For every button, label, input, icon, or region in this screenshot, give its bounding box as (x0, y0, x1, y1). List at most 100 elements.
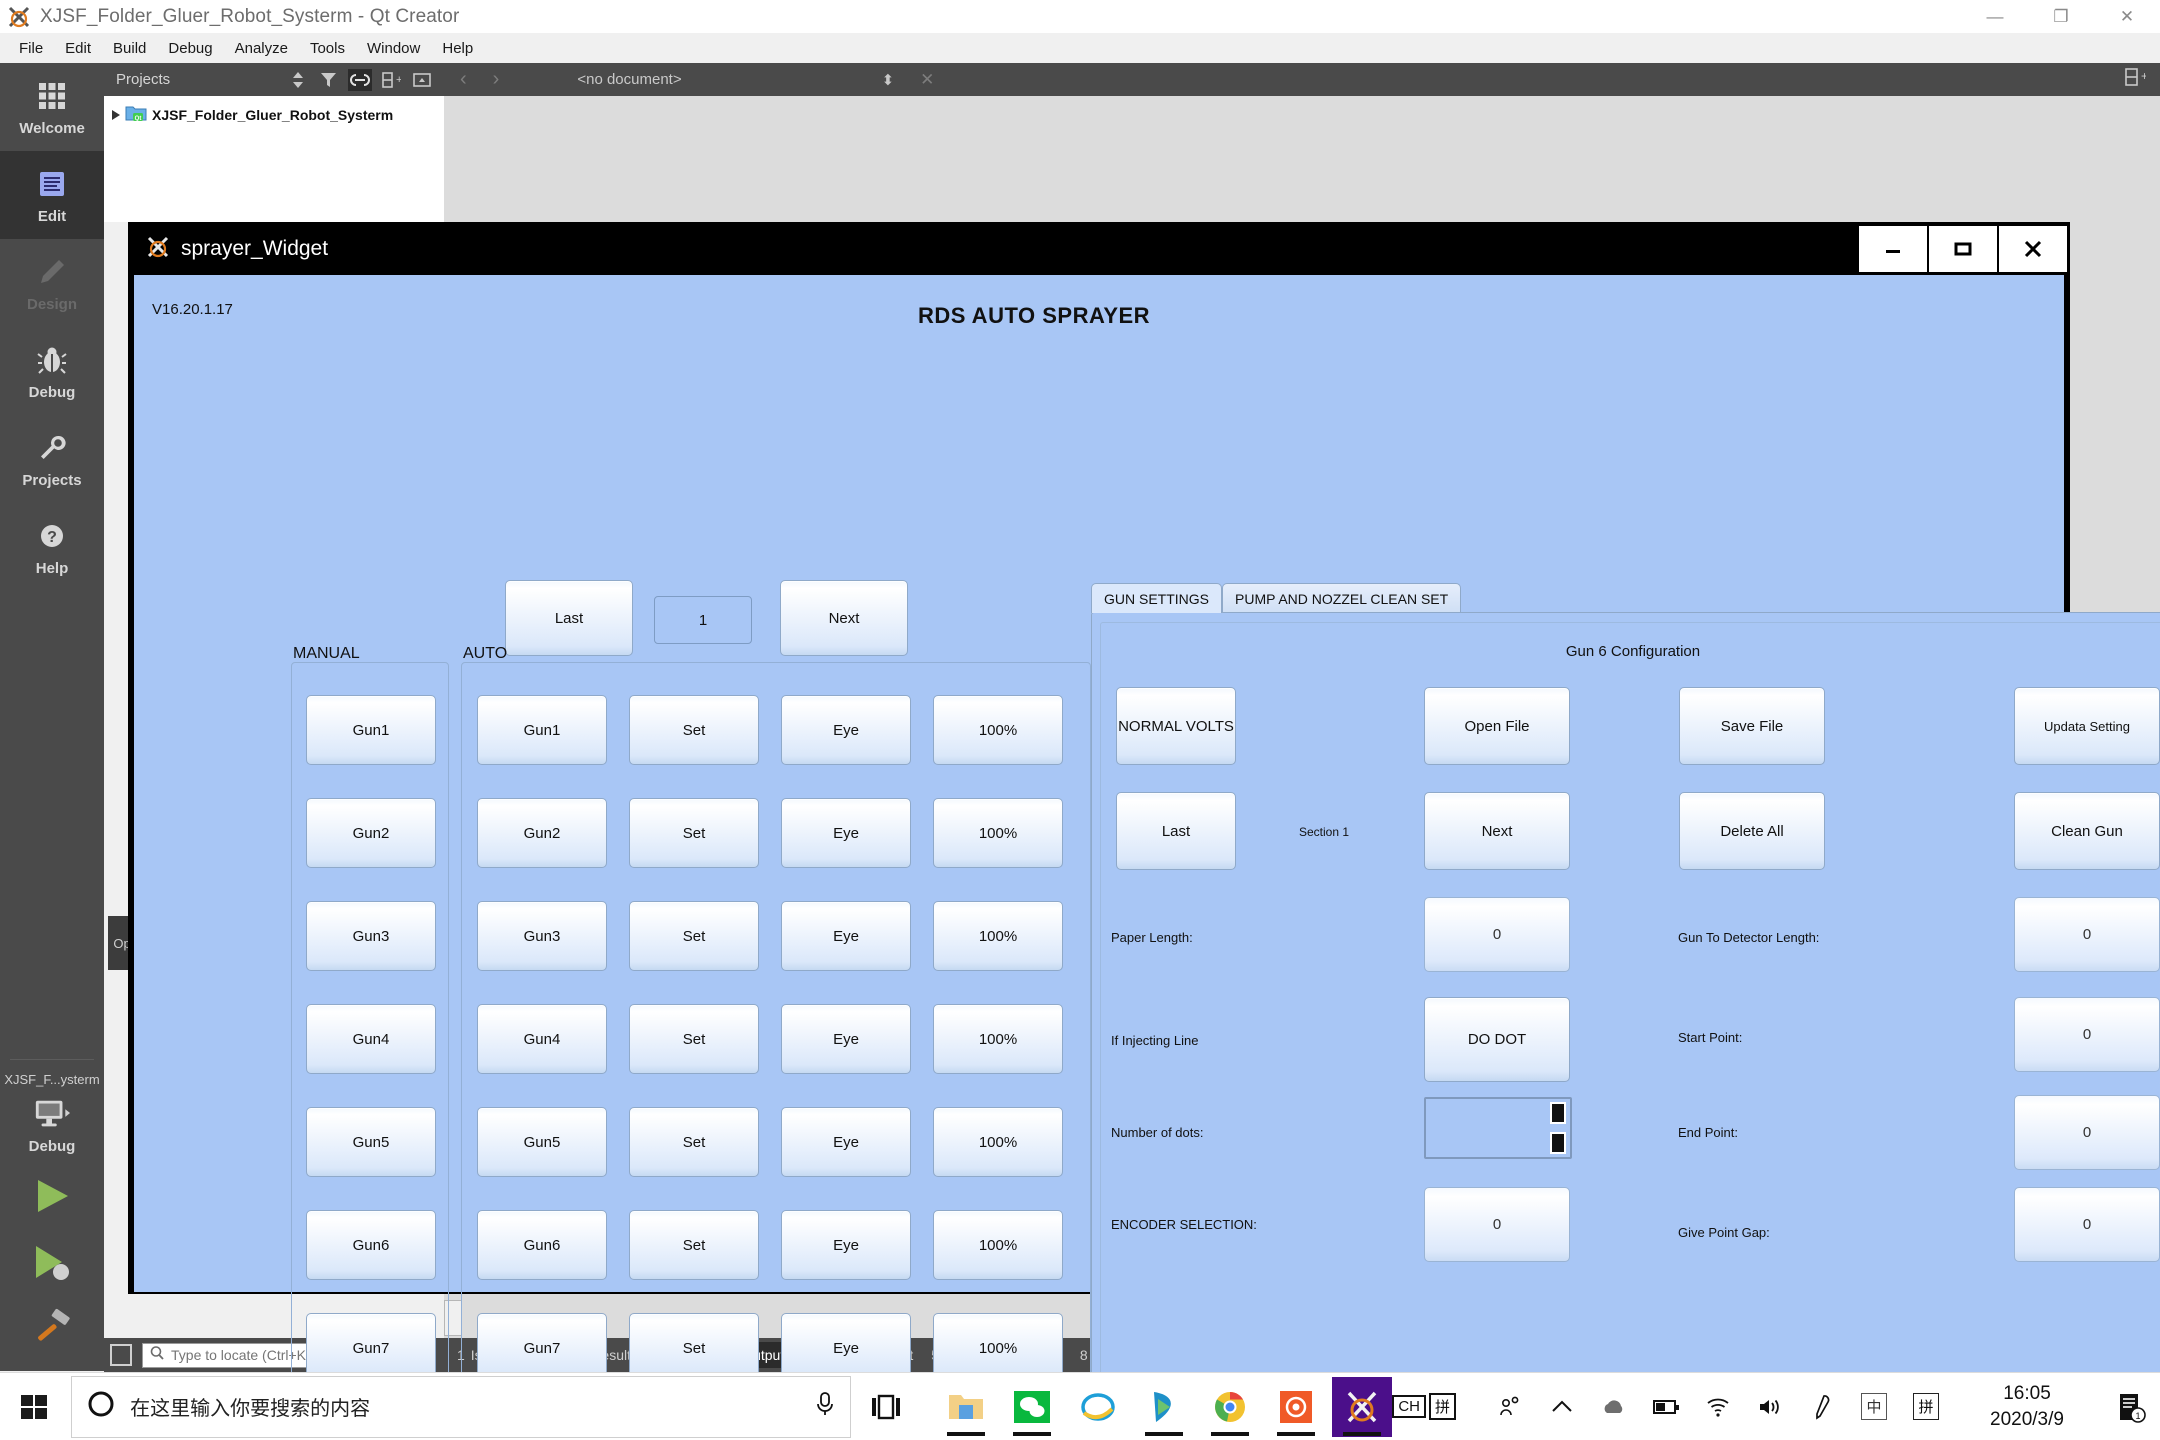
auto-gun5-percent-button[interactable]: 100% (933, 1107, 1063, 1177)
ime-pinyin-box[interactable]: 拼 (1429, 1393, 1456, 1420)
tab-gun-settings[interactable]: GUN SETTINGS (1091, 583, 1222, 613)
wechat-icon[interactable] (1002, 1377, 1062, 1437)
auto-gun3-eye-button[interactable]: Eye (781, 901, 911, 971)
open-file-button[interactable]: Open File (1424, 687, 1570, 765)
update-setting-button[interactable]: Updata Setting (2014, 687, 2160, 765)
split-editor-icon[interactable]: + (2124, 67, 2146, 92)
activity-design[interactable]: Design (0, 239, 104, 327)
normal-volts-button[interactable]: NORMAL VOLTS (1116, 687, 1236, 765)
chevron-updown-icon[interactable]: ⬍ (882, 71, 895, 89)
auto-gun4-set-button[interactable]: Set (629, 1004, 759, 1074)
document-selector[interactable]: <no document> ⬍ (577, 71, 894, 89)
qt-close-button[interactable]: ✕ (2094, 0, 2160, 33)
kit-run-config[interactable]: Debug (0, 1087, 104, 1163)
auto-gun5-button[interactable]: Gun5 (477, 1107, 607, 1177)
auto-gun5-set-button[interactable]: Set (629, 1107, 759, 1177)
menu-edit[interactable]: Edit (54, 37, 102, 60)
delete-all-button[interactable]: Delete All (1679, 792, 1825, 870)
qt-minimize-button[interactable]: — (1962, 0, 2028, 33)
file-explorer-icon[interactable] (936, 1377, 996, 1437)
auto-gun4-eye-button[interactable]: Eye (781, 1004, 911, 1074)
auto-gun4-button[interactable]: Gun4 (477, 1004, 607, 1074)
manual-gun4-button[interactable]: Gun4 (306, 1004, 436, 1074)
gun-to-detector-length-field[interactable]: 0 (2014, 897, 2160, 972)
activity-debug[interactable]: Debug (0, 327, 104, 415)
auto-gun2-set-button[interactable]: Set (629, 798, 759, 868)
give-point-gap-field[interactable]: 0 (2014, 1187, 2160, 1262)
internet-explorer-icon[interactable] (1068, 1377, 1128, 1437)
project-tree-root-row[interactable]: Qt XJSF_Folder_Gluer_Robot_Systerm (108, 104, 440, 125)
menu-window[interactable]: Window (356, 37, 431, 60)
menu-build[interactable]: Build (102, 37, 157, 60)
expand-triangle-icon[interactable] (112, 110, 120, 120)
end-point-field[interactable]: 0 (2014, 1095, 2160, 1170)
manual-gun1-button[interactable]: Gun1 (306, 695, 436, 765)
auto-gun1-percent-button[interactable]: 100% (933, 695, 1063, 765)
manual-gun6-button[interactable]: Gun6 (306, 1210, 436, 1280)
auto-gun6-button[interactable]: Gun6 (477, 1210, 607, 1280)
ime-indicator[interactable]: CH 拼 (1392, 1393, 1456, 1420)
auto-gun1-set-button[interactable]: Set (629, 695, 759, 765)
auto-gun6-eye-button[interactable]: Eye (781, 1210, 911, 1280)
nav-forward-icon[interactable]: › (485, 68, 508, 91)
chrome-icon[interactable] (1200, 1377, 1260, 1437)
recorder-icon[interactable] (1266, 1377, 1326, 1437)
sprayer-maximize-button[interactable] (1927, 226, 1997, 272)
auto-gun5-eye-button[interactable]: Eye (781, 1107, 911, 1177)
wifi-icon[interactable] (1692, 1373, 1744, 1440)
split-icon[interactable]: + (379, 69, 403, 91)
volume-icon[interactable] (1744, 1373, 1796, 1440)
start-button[interactable] (0, 1373, 67, 1440)
gun-next-button[interactable]: Next (1424, 792, 1570, 870)
task-view-button[interactable] (851, 1373, 920, 1440)
media-player-icon[interactable] (1134, 1377, 1194, 1437)
auto-gun6-set-button[interactable]: Set (629, 1210, 759, 1280)
close-document-icon[interactable]: ✕ (920, 70, 934, 90)
microphone-icon[interactable] (814, 1390, 836, 1423)
number-of-dots-spinbox[interactable] (1424, 1097, 1572, 1159)
auto-gun2-percent-button[interactable]: 100% (933, 798, 1063, 868)
activity-edit[interactable]: Edit (0, 151, 104, 239)
clean-gun-button[interactable]: Clean Gun (2014, 792, 2160, 870)
debug-run-button[interactable] (0, 1229, 104, 1295)
gun-last-button[interactable]: Last (1116, 792, 1236, 870)
activity-projects[interactable]: Projects (0, 415, 104, 503)
menu-file[interactable]: File (8, 37, 54, 60)
manual-gun5-button[interactable]: Gun5 (306, 1107, 436, 1177)
activity-welcome[interactable]: Welcome (0, 63, 104, 151)
link-icon[interactable] (348, 69, 372, 91)
sprayer-minimize-button[interactable] (1857, 226, 1927, 272)
notifications-button[interactable]: 1 (2102, 1373, 2160, 1440)
menu-tools[interactable]: Tools (299, 37, 356, 60)
sprayer-close-button[interactable] (1997, 226, 2067, 272)
auto-gun2-eye-button[interactable]: Eye (781, 798, 911, 868)
pinyin-icon[interactable]: 拼 (1900, 1373, 1952, 1440)
nav-back-icon[interactable]: ‹ (452, 68, 475, 91)
activity-help[interactable]: ? Help (0, 503, 104, 591)
start-point-field[interactable]: 0 (2014, 997, 2160, 1072)
build-button[interactable] (0, 1295, 104, 1361)
paper-length-field[interactable]: 0 (1424, 897, 1570, 972)
tab-pump-and-nozzel-clean-set[interactable]: PUMP AND NOZZEL CLEAN SET (1222, 583, 1461, 613)
pen-icon[interactable] (1796, 1373, 1848, 1440)
encoder-selection-field[interactable]: 0 (1424, 1187, 1570, 1262)
auto-gun3-button[interactable]: Gun3 (477, 901, 607, 971)
auto-gun2-button[interactable]: Gun2 (477, 798, 607, 868)
section-next-button[interactable]: Next (780, 580, 908, 656)
collapse-icon[interactable] (410, 69, 434, 91)
people-icon[interactable] (1484, 1373, 1536, 1440)
auto-gun4-percent-button[interactable]: 100% (933, 1004, 1063, 1074)
menu-analyze[interactable]: Analyze (224, 37, 299, 60)
ime-lang-box[interactable]: CH (1392, 1395, 1426, 1418)
menu-help[interactable]: Help (431, 37, 484, 60)
filter-icon[interactable] (317, 69, 341, 91)
chevron-up-icon[interactable] (1536, 1373, 1588, 1440)
manual-gun2-button[interactable]: Gun2 (306, 798, 436, 868)
run-button[interactable] (0, 1163, 104, 1229)
manual-gun3-button[interactable]: Gun3 (306, 901, 436, 971)
taskbar-search-box[interactable]: 在这里输入你要搜索的内容 (71, 1376, 851, 1438)
save-file-button[interactable]: Save File (1679, 687, 1825, 765)
section-number-field[interactable]: 1 (654, 596, 752, 644)
do-dot-button[interactable]: DO DOT (1424, 997, 1570, 1082)
auto-gun6-percent-button[interactable]: 100% (933, 1210, 1063, 1280)
